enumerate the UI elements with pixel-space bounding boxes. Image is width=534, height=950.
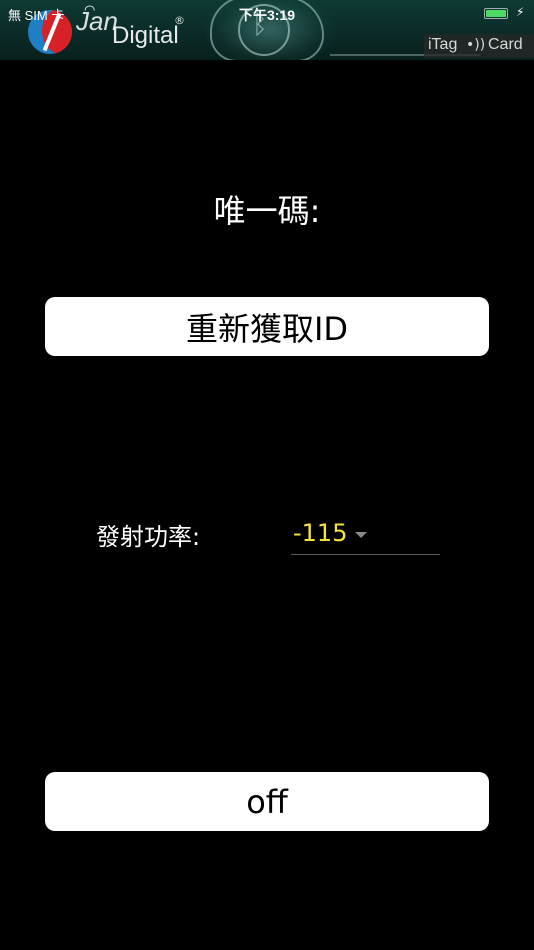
off-button[interactable]: off: [45, 772, 489, 831]
nfc-signal-icon: •)): [466, 37, 486, 53]
charging-bolt-icon: ⚡: [516, 5, 525, 19]
card-label: Card: [488, 36, 523, 53]
battery-fill: [486, 10, 506, 17]
status-time: 下午3:19: [238, 7, 296, 23]
chevron-down-icon: [355, 532, 367, 538]
power-dropdown[interactable]: -115: [291, 516, 440, 555]
refresh-id-button[interactable]: 重新獲取ID: [45, 297, 489, 356]
power-label: 發射功率:: [96, 523, 201, 551]
app-screen: ᛒ Jan Digital ® iTag •)) Card 無 SIM 卡 ◠ …: [0, 0, 534, 950]
brand-digital: Digital: [112, 22, 179, 49]
header-banner: ᛒ Jan Digital ® iTag •)) Card 無 SIM 卡 ◠ …: [0, 0, 534, 60]
itag-label: iTag: [428, 36, 458, 53]
power-value: -115: [293, 519, 348, 547]
battery-icon: [484, 8, 508, 19]
unique-code-label: 唯一碼:: [213, 192, 321, 230]
